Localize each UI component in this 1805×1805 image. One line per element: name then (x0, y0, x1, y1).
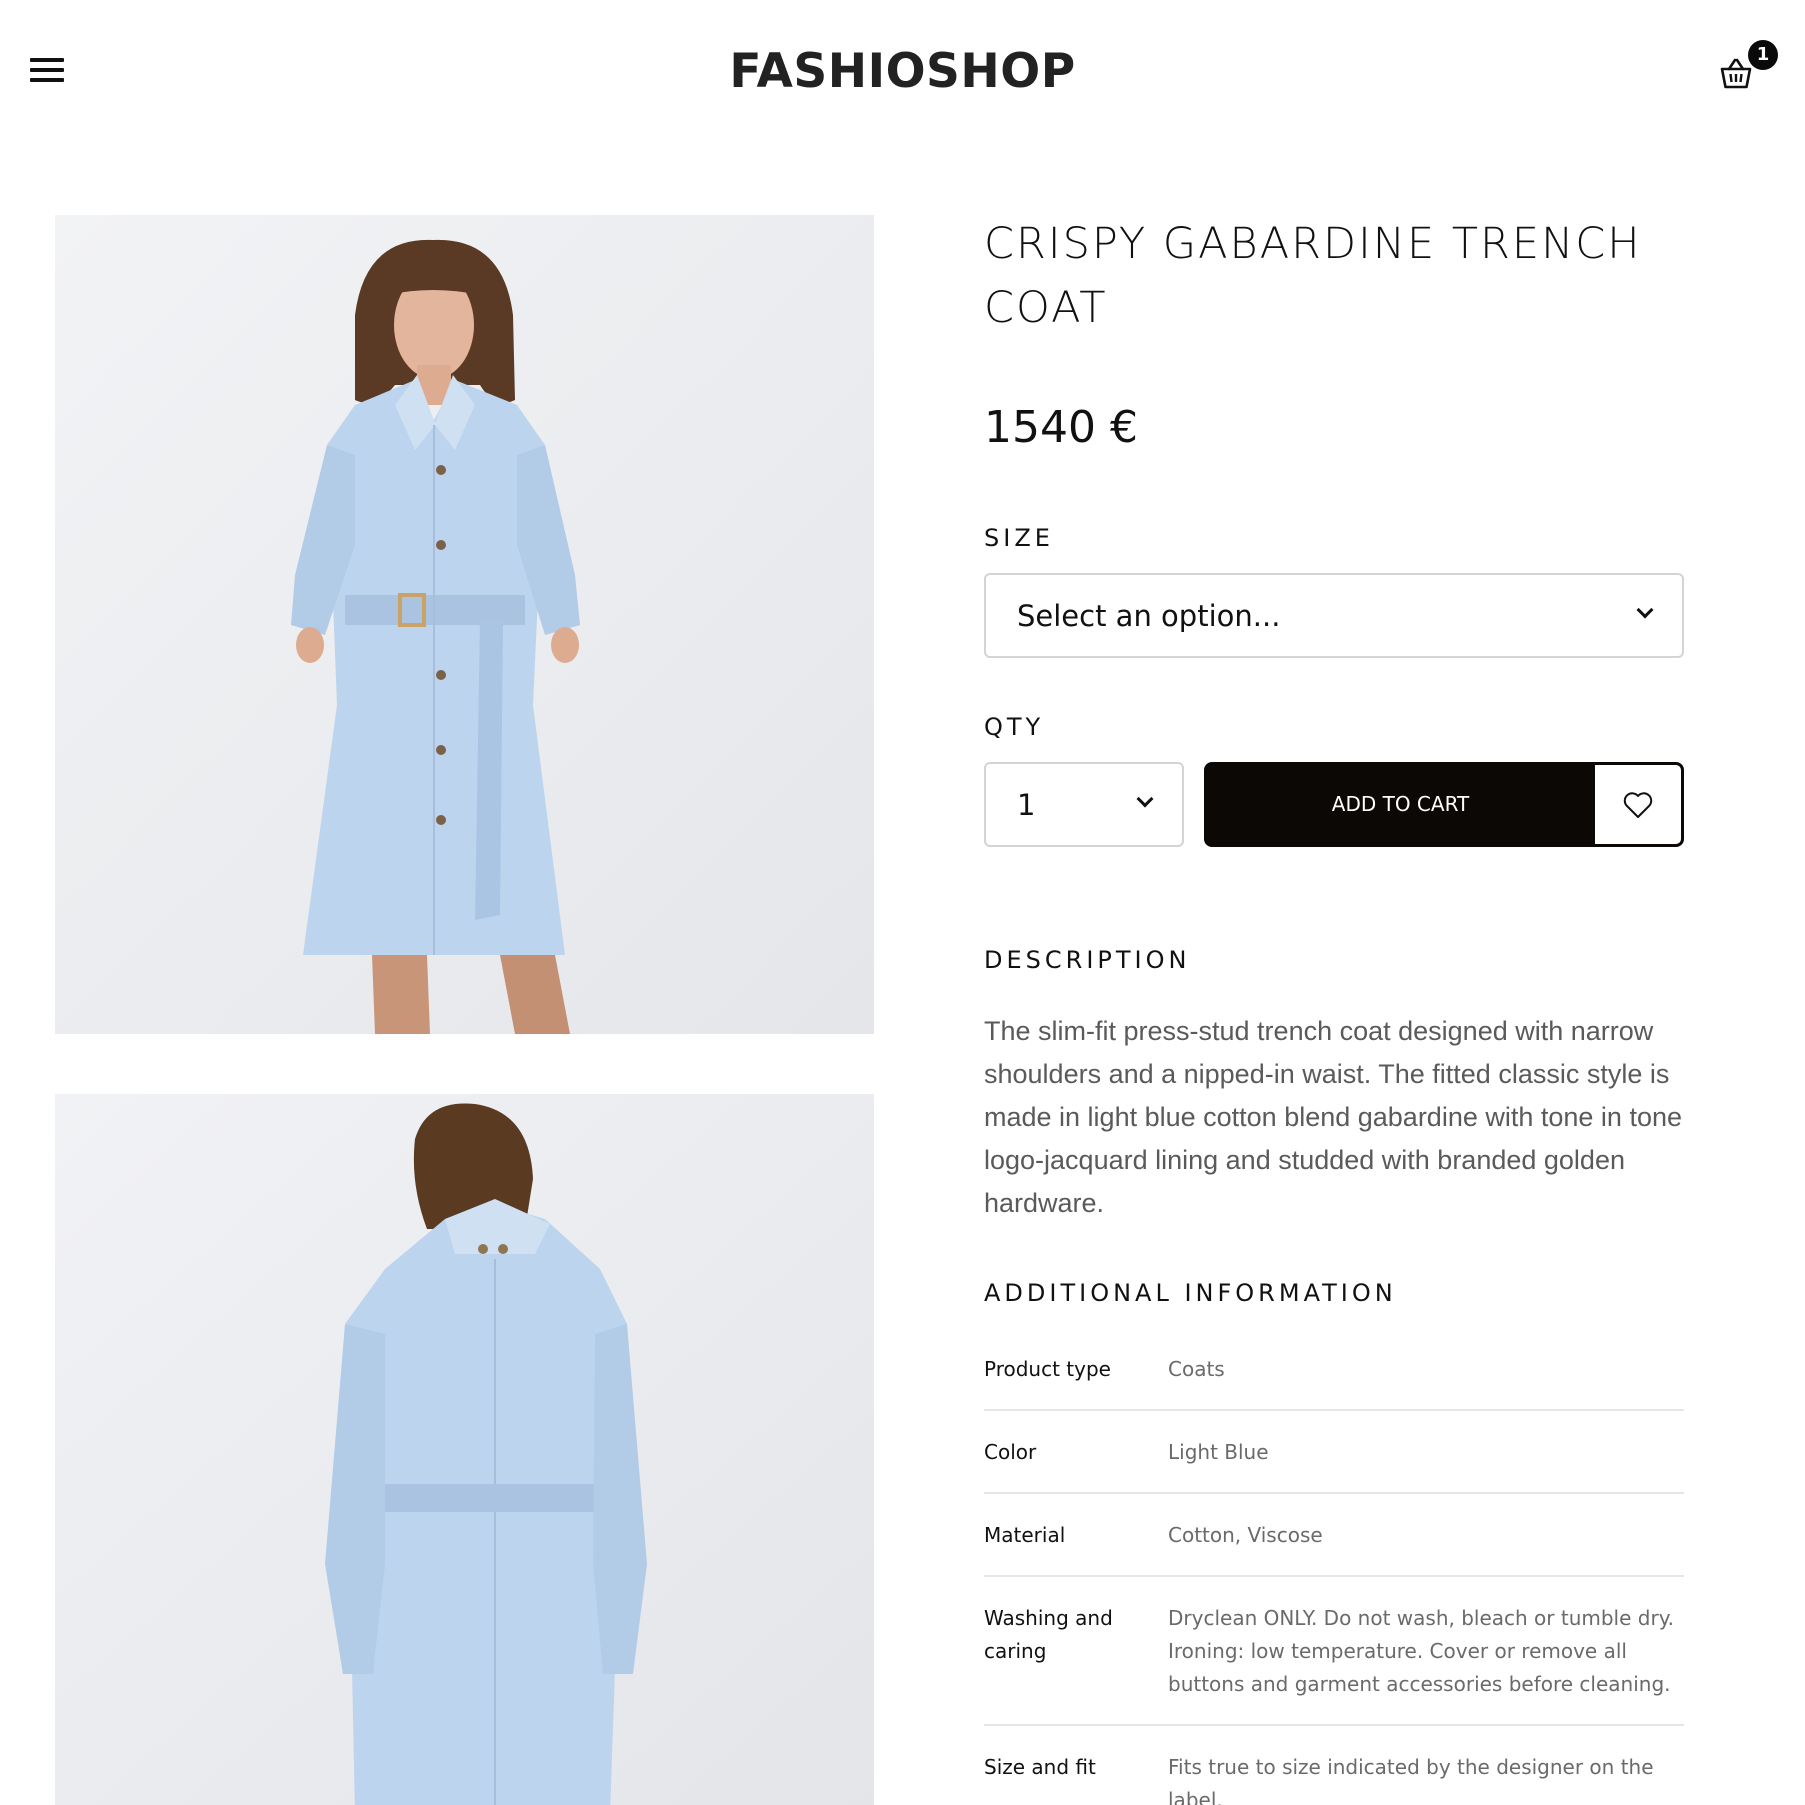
info-label: Color (984, 1440, 1037, 1464)
info-value: Light Blue (1168, 1440, 1269, 1464)
info-value: Cotton, Viscose (1168, 1523, 1323, 1547)
qty-select-value: 1 (1017, 788, 1036, 822)
chevron-down-icon (1136, 790, 1154, 808)
brand-logo[interactable]: FASHIOSHOP (0, 44, 1805, 99)
size-label: SIZE (984, 524, 1054, 552)
info-label: Material (984, 1523, 1066, 1547)
product-description: The slim-fit press-stud trench coat desi… (984, 1016, 1682, 1218)
cart-count-badge: 1 (1748, 40, 1778, 70)
size-select-value: Select an option... (1017, 599, 1281, 633)
chevron-down-icon (1636, 601, 1654, 619)
info-label: Washing and caring (984, 1606, 1113, 1663)
wishlist-button[interactable] (1595, 762, 1684, 847)
info-row-color: Color Light Blue (984, 1436, 1684, 1494)
info-row-washing: Washing and caring Dryclean ONLY. Do not… (984, 1602, 1684, 1726)
product-image-front[interactable] (55, 215, 874, 1034)
info-value: Coats (1168, 1357, 1225, 1381)
info-row-material: Material Cotton, Viscose (984, 1519, 1684, 1577)
product-price: 1540 € (984, 402, 1138, 453)
qty-label: QTY (984, 713, 1045, 741)
description-heading: DESCRIPTION (984, 946, 1191, 974)
info-value: Fits true to size indicated by the desig… (1168, 1755, 1654, 1805)
info-row-product-type: Product type Coats (984, 1353, 1684, 1411)
additional-info-heading: ADDITIONAL INFORMATION (984, 1279, 1397, 1307)
info-label: Product type (984, 1357, 1111, 1381)
info-value: Dryclean ONLY. Do not wash, bleach or tu… (1168, 1606, 1675, 1696)
info-row-size-fit: Size and fit Fits true to size indicated… (984, 1751, 1684, 1805)
product-image-back[interactable] (55, 1094, 874, 1805)
heart-icon (1623, 792, 1653, 818)
size-select[interactable]: Select an option... (984, 573, 1684, 658)
product-title: CRISPY GABARDINE TRENCH COAT (984, 219, 1642, 333)
qty-select[interactable]: 1 (984, 762, 1184, 847)
add-to-cart-button[interactable]: ADD TO CART (1204, 762, 1597, 847)
info-label: Size and fit (984, 1755, 1096, 1779)
